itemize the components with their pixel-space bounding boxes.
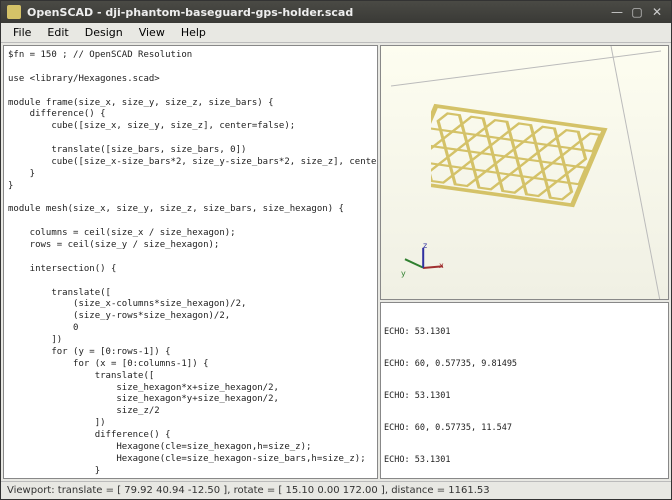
- app-window: OpenSCAD - dji-phantom-baseguard-gps-hol…: [0, 0, 672, 500]
- console-line: ECHO: 60, 0.57735, 9.81495: [384, 359, 665, 370]
- console-line: ECHO: 53.1301: [384, 391, 665, 402]
- x-axis-label: x: [439, 261, 444, 270]
- z-axis-icon: [422, 248, 424, 268]
- content-area: $fn = 150 ; // OpenSCAD Resolution use <…: [1, 43, 671, 481]
- code-editor[interactable]: $fn = 150 ; // OpenSCAD Resolution use <…: [3, 45, 378, 479]
- console-output[interactable]: ECHO: 53.1301 ECHO: 60, 0.57735, 9.81495…: [380, 302, 669, 479]
- menubar: File Edit Design View Help: [1, 23, 671, 43]
- app-icon: [7, 5, 21, 19]
- console-line: ECHO: 53.1301: [384, 455, 665, 466]
- y-axis-icon: [405, 259, 424, 269]
- titlebar[interactable]: OpenSCAD - dji-phantom-baseguard-gps-hol…: [1, 1, 671, 23]
- status-bar: Viewport: translate = [ 79.92 40.94 -12.…: [1, 481, 671, 499]
- y-axis-label: y: [401, 269, 406, 278]
- window-title: OpenSCAD - dji-phantom-baseguard-gps-hol…: [27, 6, 605, 19]
- 3d-viewport[interactable]: x y z: [380, 45, 669, 300]
- axis-gizmo: x y z: [405, 249, 441, 285]
- rendered-model: [431, 96, 631, 276]
- console-line: ECHO: 53.1301: [384, 327, 665, 338]
- restore-button[interactable]: ▢: [629, 5, 645, 19]
- z-axis-label: z: [423, 241, 427, 250]
- menu-file[interactable]: File: [5, 24, 39, 41]
- status-text: Viewport: translate = [ 79.92 40.94 -12.…: [7, 485, 490, 496]
- console-line: ECHO: 60, 0.57735, 11.547: [384, 423, 665, 434]
- minimize-button[interactable]: —: [609, 5, 625, 19]
- menu-view[interactable]: View: [131, 24, 173, 41]
- right-pane: x y z ECHO: 53.1301 ECHO: 60, 0.57735, 9…: [380, 45, 669, 479]
- menu-help[interactable]: Help: [173, 24, 214, 41]
- close-button[interactable]: ✕: [649, 5, 665, 19]
- menu-design[interactable]: Design: [77, 24, 131, 41]
- menu-edit[interactable]: Edit: [39, 24, 76, 41]
